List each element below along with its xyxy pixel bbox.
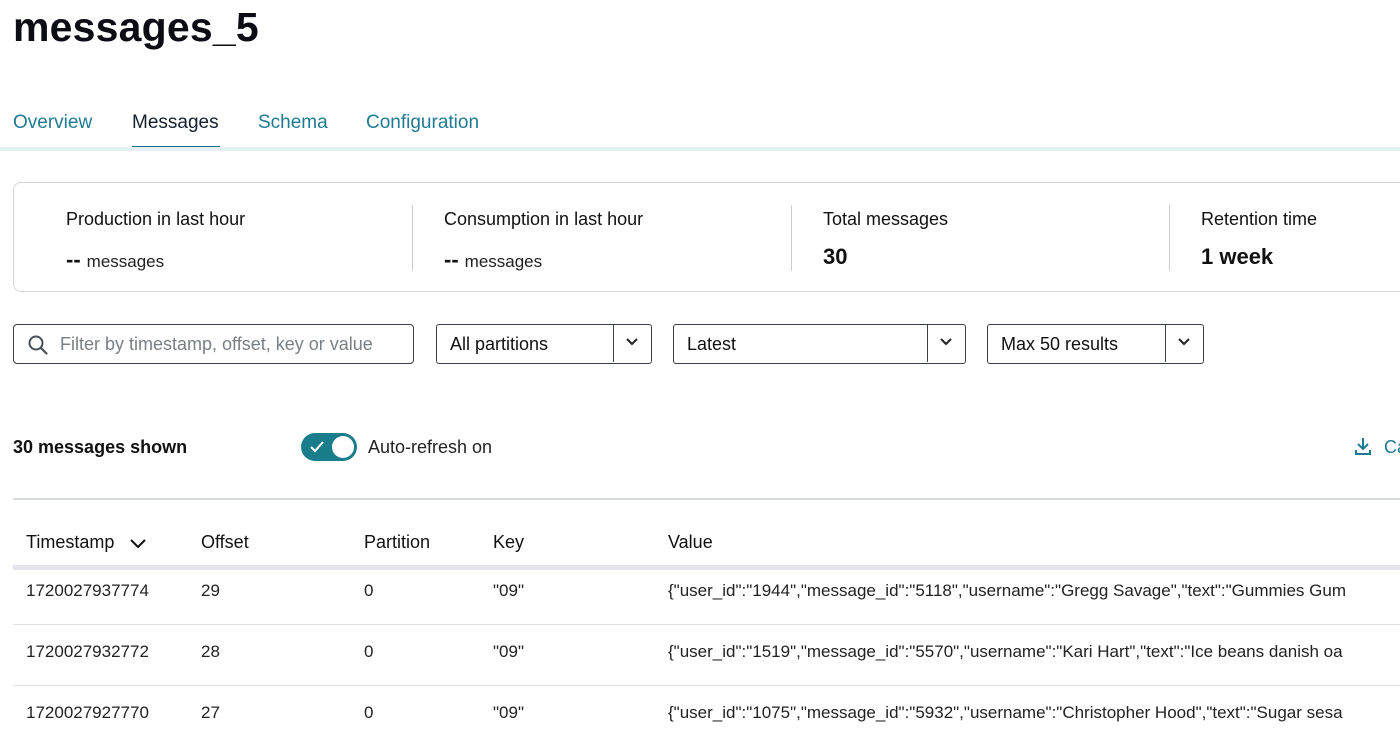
check-icon — [310, 441, 324, 453]
column-header-value[interactable]: Value — [668, 532, 713, 553]
stat-divider — [412, 205, 413, 271]
offset-position-select-toggle[interactable] — [927, 325, 965, 362]
stats-card: Production in last hour -- messages Consu… — [13, 182, 1400, 292]
partition-select[interactable]: All partitions — [436, 324, 652, 364]
download-icon — [1355, 438, 1371, 455]
cell-key: "09" — [493, 581, 524, 600]
column-header-offset[interactable]: Offset — [201, 532, 249, 553]
cell-key: "09" — [493, 642, 524, 661]
stat-consumption-number: -- — [444, 247, 459, 272]
column-header-timestamp-label: Timestamp — [26, 532, 115, 552]
stat-production-label: Production in last hour — [66, 209, 246, 229]
stat-production-value: -- messages — [66, 247, 164, 273]
stat-consumption-label: Consumption in last hour — [444, 209, 644, 229]
cell-offset: 28 — [201, 642, 220, 661]
column-header-partition[interactable]: Partition — [364, 532, 430, 553]
max-results-select-toggle[interactable] — [1165, 325, 1203, 362]
cell-partition: 0 — [364, 581, 374, 600]
messages-shown-count: 30 messages shown — [13, 437, 188, 457]
tab-configuration[interactable]: Configuration — [366, 112, 479, 134]
tab-overview[interactable]: Overview — [13, 112, 92, 134]
partition-select-value: All partitions — [450, 334, 549, 354]
download-csv-button[interactable]: Ca — [1354, 436, 1400, 461]
chevron-down-icon — [940, 338, 952, 346]
max-results-select[interactable]: Max 50 results — [987, 324, 1204, 364]
download-label: Ca — [1384, 437, 1400, 457]
auto-refresh-label: Auto-refresh on — [368, 437, 493, 457]
cell-offset: 27 — [201, 703, 220, 722]
tabs-divider — [0, 147, 1400, 151]
stat-retention-label: Retention time — [1201, 209, 1318, 229]
chevron-down-icon — [626, 338, 638, 346]
table-row[interactable]: 1720027932772 28 0 "09" {"user_id":"1519… — [13, 625, 1400, 686]
table-row[interactable]: 1720027927770 27 0 "09" {"user_id":"1075… — [13, 686, 1400, 733]
sort-chevron-down-icon — [130, 539, 147, 549]
search-input[interactable] — [58, 325, 402, 364]
cell-partition: 0 — [364, 703, 374, 722]
offset-position-select-value: Latest — [687, 334, 737, 354]
cell-key: "09" — [493, 703, 524, 722]
tab-bar: Overview Messages Schema Configuration — [13, 100, 1400, 152]
cell-timestamp: 1720027927770 — [26, 703, 149, 722]
cell-timestamp: 1720027937774 — [26, 581, 149, 600]
tab-messages[interactable]: Messages — [132, 112, 219, 134]
column-header-key[interactable]: Key — [493, 532, 524, 553]
cell-timestamp: 1720027932772 — [26, 642, 149, 661]
cell-offset: 29 — [201, 581, 220, 600]
stat-production-number: -- — [66, 247, 81, 272]
section-divider — [13, 498, 1400, 500]
stat-divider — [791, 205, 792, 271]
toggle-knob — [332, 436, 354, 458]
stat-consumption-unit: messages — [464, 252, 543, 271]
stat-consumption-value: -- messages — [444, 247, 542, 273]
offset-position-select[interactable]: Latest — [673, 324, 966, 364]
max-results-select-value: Max 50 results — [1001, 334, 1119, 354]
tab-schema[interactable]: Schema — [258, 112, 328, 134]
column-header-timestamp[interactable]: Timestamp — [26, 532, 147, 553]
cell-value: {"user_id":"1075","message_id":"5932","u… — [668, 703, 1343, 722]
chevron-down-icon — [1178, 338, 1190, 346]
search-icon — [27, 334, 49, 356]
message-filter-search — [13, 324, 414, 364]
partition-select-toggle[interactable] — [613, 325, 651, 362]
stat-retention-value: 1 week — [1201, 244, 1274, 269]
cell-value: {"user_id":"1519","message_id":"5570","u… — [668, 642, 1343, 661]
auto-refresh-toggle[interactable] — [301, 433, 357, 461]
cell-value: {"user_id":"1944","message_id":"5118","u… — [668, 581, 1346, 600]
topic-messages-page: messages_5 Overview Messages Schema Conf… — [0, 0, 1400, 733]
page-title: messages_5 — [13, 4, 259, 50]
stat-total-value: 30 — [823, 244, 848, 269]
cell-partition: 0 — [364, 642, 374, 661]
stat-production-unit: messages — [86, 252, 165, 271]
stat-total-label: Total messages — [823, 209, 949, 229]
stat-divider — [1169, 205, 1170, 271]
table-row[interactable]: 1720027937774 29 0 "09" {"user_id":"1944… — [13, 564, 1400, 625]
